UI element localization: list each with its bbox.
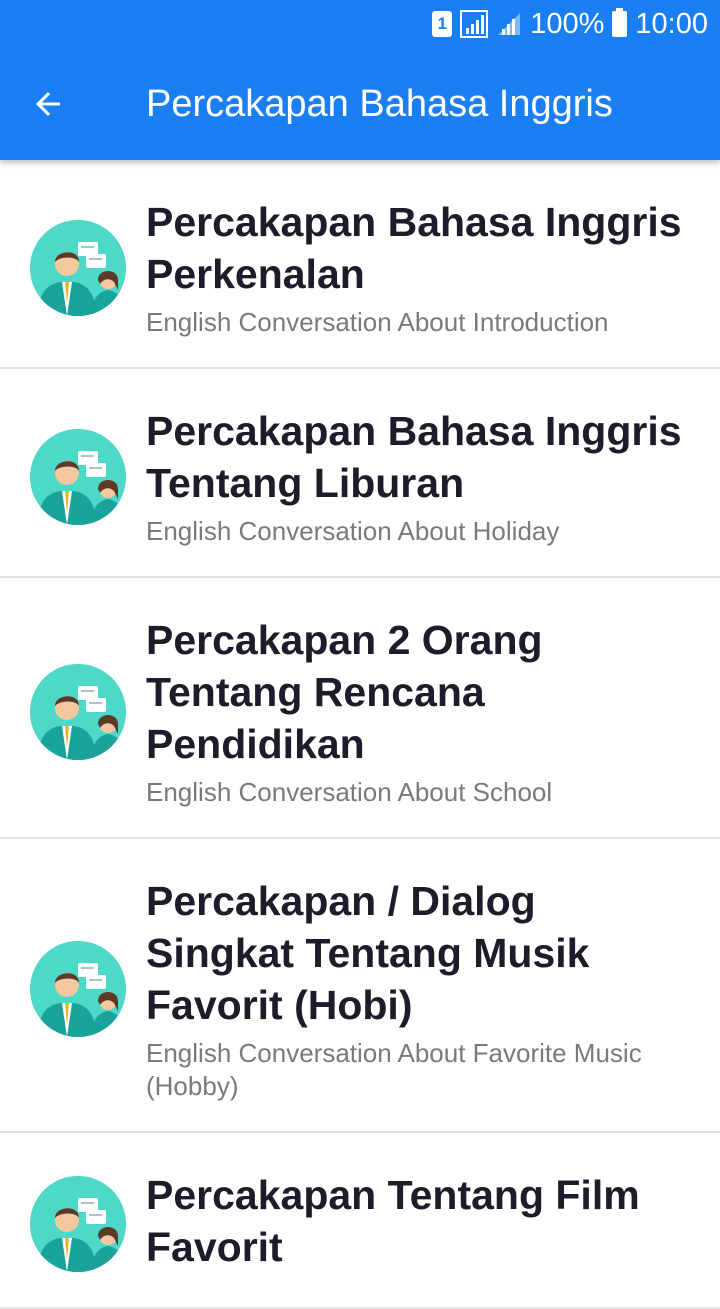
conversation-avatar-icon <box>30 663 126 760</box>
list-item[interactable]: Percakapan Tentang Film Favorit <box>0 1133 720 1309</box>
signal-icon <box>460 10 489 38</box>
conversation-list: Percakapan Bahasa Inggris Perkenalan Eng… <box>0 160 720 1309</box>
back-button[interactable] <box>0 48 96 160</box>
conversation-avatar-icon <box>30 428 126 525</box>
list-item[interactable]: Percakapan Bahasa Inggris Tentang Libura… <box>0 369 720 578</box>
arrow-left-icon <box>36 92 60 116</box>
item-subtitle: English Conversation About School <box>146 777 553 807</box>
clock: 10:00 <box>635 7 708 40</box>
sim-badge: 1 <box>432 11 453 37</box>
conversation-avatar-icon <box>30 941 126 1037</box>
toolbar: Percakapan Bahasa Inggris <box>0 48 720 160</box>
item-subtitle: English Conversation About Holiday <box>146 516 560 546</box>
status-bar: 1 100% 10:00 <box>0 0 720 48</box>
item-title: Percakapan 2 Orang Tentang Rencana Pendi… <box>146 617 543 767</box>
conversation-avatar-icon <box>30 1176 126 1272</box>
sim-icon: 1 <box>432 11 453 37</box>
list-item[interactable]: Percakapan Bahasa Inggris Perkenalan Eng… <box>0 160 720 369</box>
item-title: Percakapan Bahasa Inggris Perkenalan <box>146 199 682 297</box>
item-title: Percakapan Tentang Film Favorit <box>146 1172 640 1270</box>
list-item[interactable]: Percakapan 2 Orang Tentang Rencana Pendi… <box>0 578 720 839</box>
item-subtitle: English Conversation About Favorite Musi… <box>146 1038 642 1101</box>
list-item[interactable]: Percakapan / Dialog Singkat Tentang Musi… <box>0 839 720 1133</box>
item-subtitle: English Conversation About Introduction <box>146 307 609 337</box>
battery-percent: 100% <box>530 7 605 40</box>
conversation-avatar-icon <box>30 219 126 316</box>
item-title: Percakapan / Dialog Singkat Tentang Musi… <box>146 878 590 1028</box>
app-bar: 1 100% 10:00 Percakapan Bahasa Inggris <box>0 0 720 160</box>
battery-icon <box>612 8 628 37</box>
item-title: Percakapan Bahasa Inggris Tentang Libura… <box>146 408 682 506</box>
page-title: Percakapan Bahasa Inggris <box>146 82 613 125</box>
signal-strength-icon <box>496 11 522 37</box>
